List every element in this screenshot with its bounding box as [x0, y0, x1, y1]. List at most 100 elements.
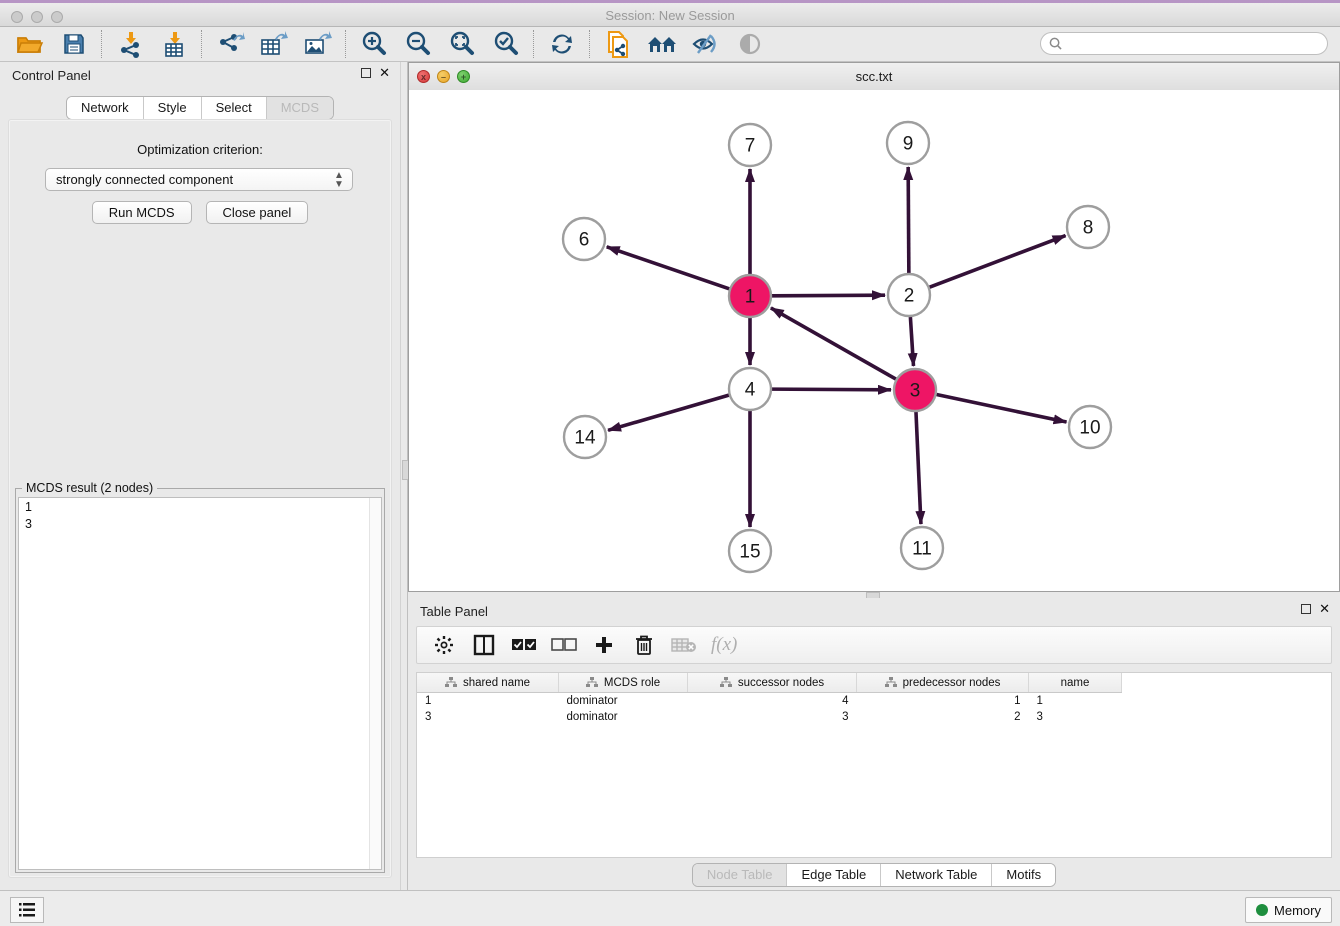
delete-table-button[interactable]	[671, 632, 697, 658]
tab-mcds[interactable]: MCDS	[267, 97, 333, 119]
hide-selected-button[interactable]	[684, 28, 728, 60]
open-folder-icon	[16, 32, 44, 56]
graph-edge-3-11[interactable]	[916, 412, 921, 524]
float-panel-icon[interactable]	[361, 68, 371, 78]
node-table[interactable]: shared name MCDS role successor nodes prede…	[416, 672, 1332, 858]
export-table-button[interactable]	[252, 28, 296, 60]
close-panel-button[interactable]: Close panel	[206, 201, 309, 224]
frame-close-button[interactable]: x	[417, 70, 430, 83]
import-network-button[interactable]	[108, 28, 152, 60]
app-titlebar: Session: New Session	[0, 0, 1340, 27]
column-header-shared-name[interactable]: shared name	[417, 673, 559, 693]
clone-network-button[interactable]	[596, 28, 640, 60]
export-image-button[interactable]	[296, 28, 340, 60]
column-header-label: successor nodes	[738, 677, 824, 689]
tab-node-table[interactable]: Node Table	[693, 864, 788, 886]
network-canvas[interactable]: 7 9 6 8 1 2 4 3 14 10 15 11	[409, 90, 1339, 591]
show-all-button[interactable]	[728, 28, 772, 60]
zoom-fit-button[interactable]	[440, 28, 484, 60]
delete-column-button[interactable]	[631, 632, 657, 658]
graph-node-6[interactable]: 6	[563, 218, 605, 260]
sort-tree-icon	[445, 677, 457, 688]
table-cell: 1	[1029, 693, 1122, 710]
search-field[interactable]	[1040, 32, 1328, 55]
tab-style[interactable]: Style	[144, 97, 202, 119]
criterion-dropdown[interactable]: strongly connected component ▲▼	[45, 168, 353, 191]
graph-node-9[interactable]: 9	[887, 122, 929, 164]
frame-maximize-button[interactable]: +	[457, 70, 470, 83]
select-all-button[interactable]	[511, 632, 537, 658]
memory-label: Memory	[1274, 903, 1321, 918]
zoom-selected-icon	[492, 30, 520, 58]
graph-node-label: 14	[574, 428, 596, 449]
frame-minimize-button[interactable]: –	[437, 70, 450, 83]
graph-node-2[interactable]: 2	[888, 274, 930, 316]
graph-node-7[interactable]: 7	[729, 124, 771, 166]
column-header-MCDS-role[interactable]: MCDS role	[559, 673, 688, 693]
close-panel-icon[interactable]: ✕	[1319, 604, 1330, 614]
float-panel-icon[interactable]	[1301, 604, 1311, 614]
add-column-button[interactable]	[591, 632, 617, 658]
scrollbar-track[interactable]	[369, 498, 381, 869]
graph-node-4[interactable]: 4	[729, 368, 771, 410]
zoom-in-button[interactable]	[352, 28, 396, 60]
column-header-label: MCDS role	[604, 677, 660, 689]
table-row[interactable]: 1dominator411	[417, 693, 1122, 710]
graph-edge-3-1[interactable]	[771, 308, 896, 379]
tab-select[interactable]: Select	[202, 97, 267, 119]
graph-node-3[interactable]: 3	[894, 369, 936, 411]
apply-layout-button[interactable]	[540, 28, 584, 60]
graph-edge-4-3[interactable]	[772, 389, 891, 390]
close-panel-icon[interactable]: ✕	[379, 68, 390, 78]
search-input[interactable]	[1067, 36, 1327, 52]
first-neighbors-button[interactable]	[640, 28, 684, 60]
graph-edge-3-10[interactable]	[937, 395, 1067, 422]
graph-node-1[interactable]: 1	[729, 275, 771, 317]
graph-edge-2-8[interactable]	[930, 236, 1066, 288]
graph-edge-2-3[interactable]	[910, 317, 913, 366]
graph-node-label: 6	[579, 230, 590, 251]
network-frame-title: scc.txt	[409, 63, 1339, 90]
vertical-splitter[interactable]	[400, 62, 408, 890]
tab-network-table[interactable]: Network Table	[881, 864, 992, 886]
deselect-all-button[interactable]	[551, 632, 577, 658]
table-row[interactable]: 3dominator323	[417, 709, 1122, 725]
mcds-result-area[interactable]: 13	[18, 497, 382, 870]
graph-node-10[interactable]: 10	[1069, 406, 1111, 448]
save-session-button[interactable]	[52, 28, 96, 60]
graph-node-11[interactable]: 11	[901, 527, 943, 569]
zoom-out-button[interactable]	[396, 28, 440, 60]
zoom-selected-button[interactable]	[484, 28, 528, 60]
graph-edge-2-9[interactable]	[908, 167, 909, 273]
refresh-icon	[549, 31, 575, 57]
graph-node-15[interactable]: 15	[729, 530, 771, 572]
import-table-button[interactable]	[152, 28, 196, 60]
graph-node-label: 8	[1083, 218, 1094, 239]
sort-tree-icon	[885, 677, 897, 688]
export-image-icon	[303, 30, 333, 58]
column-header-predecessor-nodes[interactable]: predecessor nodes	[857, 673, 1029, 693]
search-icon	[1049, 37, 1062, 50]
task-history-button[interactable]	[10, 897, 44, 923]
graph-edge-4-14[interactable]	[608, 395, 729, 430]
graph-node-label: 11	[912, 539, 932, 560]
tab-motifs[interactable]: Motifs	[992, 864, 1055, 886]
tab-network[interactable]: Network	[67, 97, 144, 119]
graph-edge-1-6[interactable]	[607, 247, 729, 289]
column-visibility-button[interactable]	[471, 632, 497, 658]
export-network-button[interactable]	[208, 28, 252, 60]
run-mcds-button[interactable]: Run MCDS	[92, 201, 192, 224]
open-session-button[interactable]	[8, 28, 52, 60]
table-options-button[interactable]	[431, 632, 457, 658]
tab-edge-table[interactable]: Edge Table	[787, 864, 881, 886]
mcds-result-value: 3	[19, 515, 381, 532]
graph-edge-1-2[interactable]	[772, 295, 885, 296]
column-header-name[interactable]: name	[1029, 673, 1122, 693]
function-builder-button[interactable]: f(x)	[711, 634, 737, 656]
eye-disabled-icon	[736, 32, 764, 56]
mcds-result-value: 1	[19, 498, 381, 515]
column-header-successor-nodes[interactable]: successor nodes	[688, 673, 857, 693]
graph-node-8[interactable]: 8	[1067, 206, 1109, 248]
memory-button[interactable]: Memory	[1245, 897, 1332, 923]
graph-node-14[interactable]: 14	[564, 416, 606, 458]
